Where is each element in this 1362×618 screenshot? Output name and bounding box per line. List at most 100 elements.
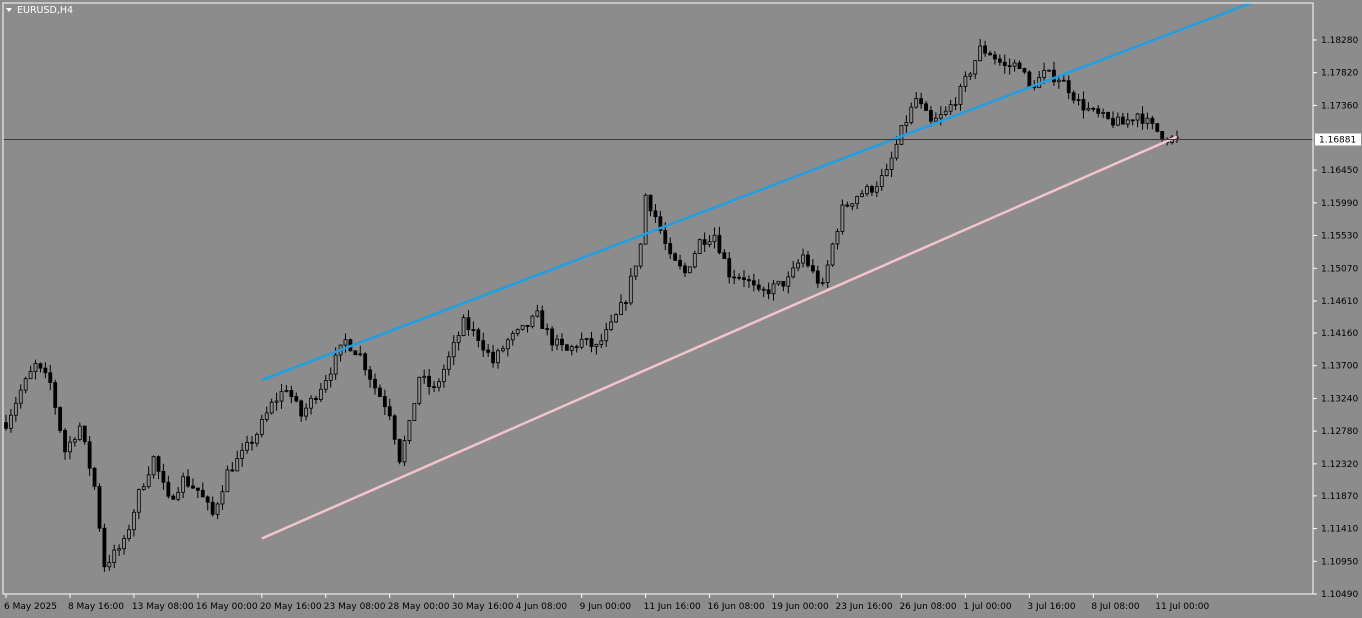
candle-bearish xyxy=(663,230,668,244)
candle-bullish xyxy=(269,401,274,414)
candle-bullish xyxy=(707,241,712,245)
candle-bullish xyxy=(697,239,702,254)
candle-bearish xyxy=(471,329,476,331)
candle-bullish xyxy=(151,456,156,476)
candle-bullish xyxy=(820,282,825,284)
candle-bearish xyxy=(540,310,545,329)
candle-bullish xyxy=(255,434,259,444)
symbol-title[interactable]: EURUSD,H4 xyxy=(6,5,73,16)
candle-bullish xyxy=(72,439,77,443)
candle-bullish xyxy=(1076,99,1081,101)
candle-bullish xyxy=(594,344,599,348)
candle-bullish xyxy=(1135,113,1140,121)
candle-bullish xyxy=(1145,117,1150,124)
candle-bullish xyxy=(77,425,82,440)
candle-bearish xyxy=(648,194,653,212)
candle-bullish xyxy=(825,264,830,283)
price-tick-label: 1.12320 xyxy=(1321,460,1358,470)
candle-bearish xyxy=(205,496,210,503)
candle-bearish xyxy=(550,328,555,346)
time-tick-label: 9 Jun 00:00 xyxy=(580,602,632,612)
candle-bullish xyxy=(569,346,574,351)
candle-bearish xyxy=(156,456,161,472)
candle-bullish xyxy=(127,529,131,539)
candle-bearish xyxy=(810,265,815,272)
price-tick-label: 1.17820 xyxy=(1321,69,1358,79)
candle-bullish xyxy=(274,400,279,403)
candle-bullish xyxy=(599,340,604,345)
price-tick-label: 1.15990 xyxy=(1321,199,1358,209)
candle-bearish xyxy=(102,527,107,568)
candle-bullish xyxy=(889,157,894,170)
candle-bullish xyxy=(520,324,525,330)
candle-bullish xyxy=(555,338,559,346)
candle-bullish xyxy=(884,169,889,176)
candle-bearish xyxy=(1061,79,1066,82)
candle-bullish xyxy=(579,338,584,348)
price-tick-label: 1.13240 xyxy=(1321,394,1358,404)
candle-bullish xyxy=(830,243,835,266)
candle-bullish xyxy=(801,254,805,264)
candle-bearish xyxy=(171,495,176,500)
candle-bearish xyxy=(63,430,67,453)
candle-bullish xyxy=(835,230,840,245)
price-tick-label: 1.12780 xyxy=(1321,427,1358,437)
candle-bearish xyxy=(717,234,722,254)
candle-bullish xyxy=(604,329,609,342)
candle-bearish xyxy=(525,324,530,327)
candle-bearish xyxy=(1140,113,1145,124)
price-tick-label: 1.13700 xyxy=(1321,362,1358,372)
candle-bearish xyxy=(368,369,372,380)
candle-bullish xyxy=(609,321,614,330)
candle-bearish xyxy=(1111,118,1115,126)
price-tick-label: 1.15530 xyxy=(1321,232,1358,242)
candle-bullish xyxy=(146,474,151,488)
candle-bearish xyxy=(924,103,928,111)
time-tick-label: 8 May 16:00 xyxy=(68,602,124,612)
candle-bearish xyxy=(1096,108,1101,114)
candle-bullish xyxy=(933,117,938,122)
candle-bearish xyxy=(1002,61,1007,67)
candle-bullish xyxy=(412,402,417,421)
candle-bearish xyxy=(481,340,486,351)
time-tick-label: 1 Jul 00:00 xyxy=(963,602,1012,612)
candle-bearish xyxy=(58,407,63,431)
candle-bullish xyxy=(328,373,333,381)
candle-bullish xyxy=(112,549,117,563)
time-tick-label: 13 May 08:00 xyxy=(132,602,194,612)
candle-bullish xyxy=(978,45,983,62)
candle-bearish xyxy=(392,415,397,440)
candle-bearish xyxy=(678,259,682,267)
time-tick-label: 8 Jul 08:00 xyxy=(1091,602,1140,612)
candle-bearish xyxy=(53,382,58,408)
candle-bearish xyxy=(589,338,594,348)
candle-bullish xyxy=(13,402,18,416)
candle-bullish xyxy=(633,265,638,277)
candle-bearish xyxy=(289,390,294,397)
price-tick-label: 1.11410 xyxy=(1321,525,1358,535)
candle-bearish xyxy=(1120,116,1125,125)
candle-bearish xyxy=(1081,99,1086,111)
candle-bullish xyxy=(1086,107,1091,111)
candle-bearish xyxy=(43,367,48,374)
candle-bullish xyxy=(225,469,230,493)
time-tick-label: 11 Jul 00:00 xyxy=(1155,602,1209,612)
candle-bullish xyxy=(235,457,240,472)
price-chart[interactable]: 1.18280 1.17820 1.17360 1.16450 1.15990 1.155… xyxy=(0,0,1362,618)
candle-bearish xyxy=(1007,65,1012,68)
candle-bullish xyxy=(107,562,112,568)
candle-bullish xyxy=(791,267,796,278)
candle-bearish xyxy=(210,501,215,515)
candle-bearish xyxy=(727,258,732,278)
candle-bullish xyxy=(879,175,884,187)
candle-bearish xyxy=(166,481,171,497)
candle-bullish xyxy=(259,418,264,435)
candle-bullish xyxy=(515,329,520,334)
candle-bearish xyxy=(997,58,1002,63)
time-tick-label: 6 May 2025 xyxy=(4,602,57,612)
candle-bullish xyxy=(535,310,540,317)
candle-bullish xyxy=(240,449,245,459)
time-tick-label: 23 May 08:00 xyxy=(324,602,386,612)
candle-bullish xyxy=(692,253,697,268)
candle-bullish xyxy=(132,511,136,531)
